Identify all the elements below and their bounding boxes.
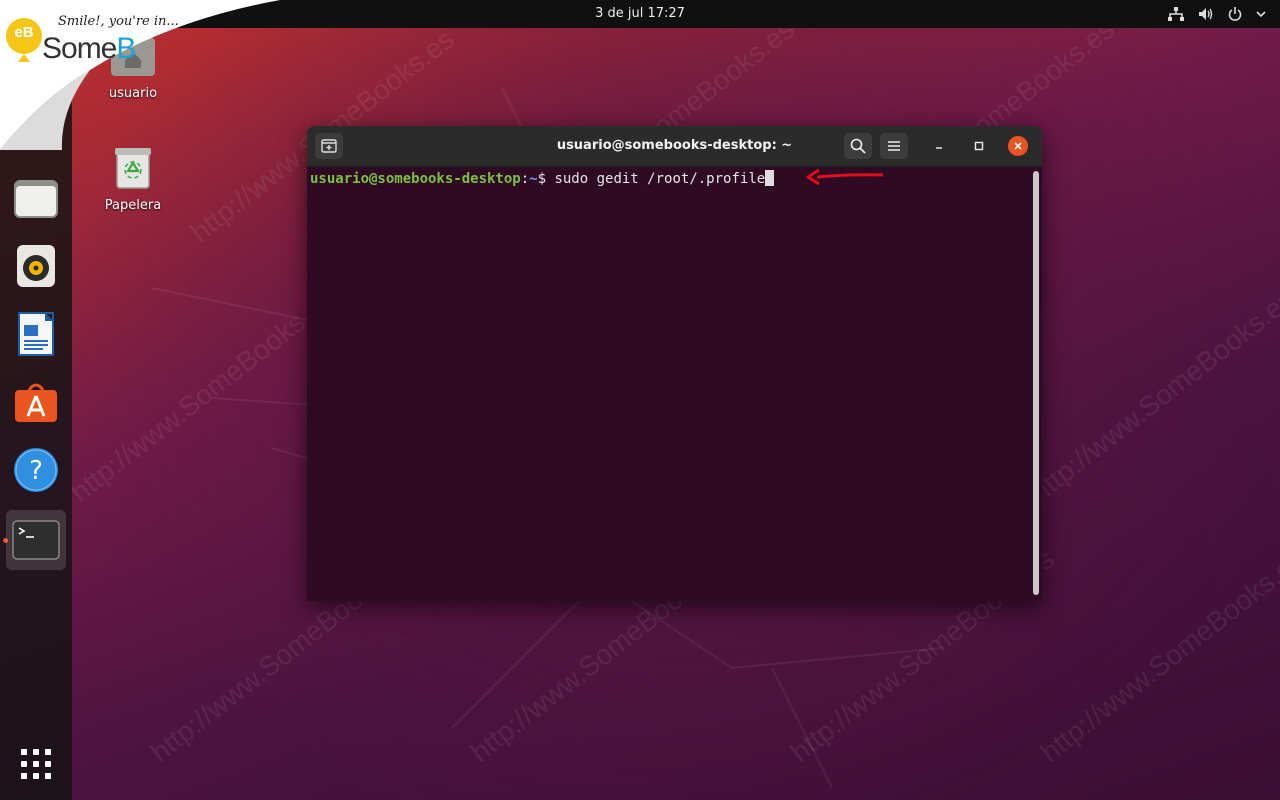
rhythmbox-icon (17, 245, 55, 287)
annotation-arrow-icon (806, 168, 884, 186)
dock-item-writer[interactable] (6, 304, 66, 364)
terminal-window[interactable]: usuario@somebooks-desktop: ~ usuario@som… (307, 126, 1042, 601)
brand-name: SomeB (42, 32, 136, 66)
dock-item-terminal[interactable] (6, 510, 66, 570)
terminal-output[interactable]: usuario@somebooks-desktop:~$ sudo gedit … (307, 167, 1033, 601)
chevron-down-icon[interactable] (1256, 10, 1266, 18)
show-applications-button[interactable] (6, 734, 66, 794)
brand-name-prefix: Some (42, 32, 117, 65)
text-cursor (765, 170, 775, 186)
prompt-symbol: $ (537, 171, 555, 187)
scrollbar[interactable] (1033, 171, 1039, 595)
files-icon (14, 180, 58, 218)
volume-icon[interactable] (1198, 7, 1214, 21)
prompt-path: ~ (529, 171, 538, 187)
maximize-icon (974, 141, 984, 151)
minimize-button[interactable] (929, 136, 949, 156)
terminal-icon (12, 520, 60, 560)
close-button[interactable] (1008, 136, 1028, 156)
brand-badge: eB (14, 24, 34, 41)
typed-command: sudo gedit /root/.profile (554, 171, 766, 187)
command-line[interactable]: usuario@somebooks-desktop:~$ sudo gedit … (310, 170, 775, 187)
network-icon[interactable] (1168, 7, 1184, 21)
dock-item-files[interactable] (6, 168, 66, 228)
prompt-separator: : (520, 171, 530, 187)
dock-item-rhythmbox[interactable] (6, 236, 66, 296)
svg-text:?: ? (29, 456, 43, 486)
prompt-user: usuario@somebooks-desktop (310, 171, 521, 187)
system-tray[interactable] (1168, 0, 1266, 28)
writer-icon (18, 312, 54, 356)
maximize-button[interactable] (969, 136, 989, 156)
terminal-headerbar[interactable]: usuario@somebooks-desktop: ~ (307, 126, 1042, 167)
help-icon: ? (14, 448, 58, 492)
search-icon (850, 138, 866, 154)
dock-item-software[interactable] (6, 372, 66, 432)
grid-icon (21, 749, 51, 779)
power-icon[interactable] (1228, 7, 1242, 21)
search-button[interactable] (844, 133, 872, 159)
dock-item-help[interactable]: ? (6, 440, 66, 500)
minimize-icon (936, 147, 942, 149)
menu-button[interactable] (880, 133, 908, 159)
brand-tagline: Smile!, you're in... (58, 14, 179, 29)
brand-name-accent: B (116, 32, 136, 65)
desktop-icon-label: Papelera (104, 198, 162, 213)
close-icon (1014, 142, 1022, 150)
hamburger-icon (888, 141, 900, 151)
software-icon (15, 383, 57, 422)
